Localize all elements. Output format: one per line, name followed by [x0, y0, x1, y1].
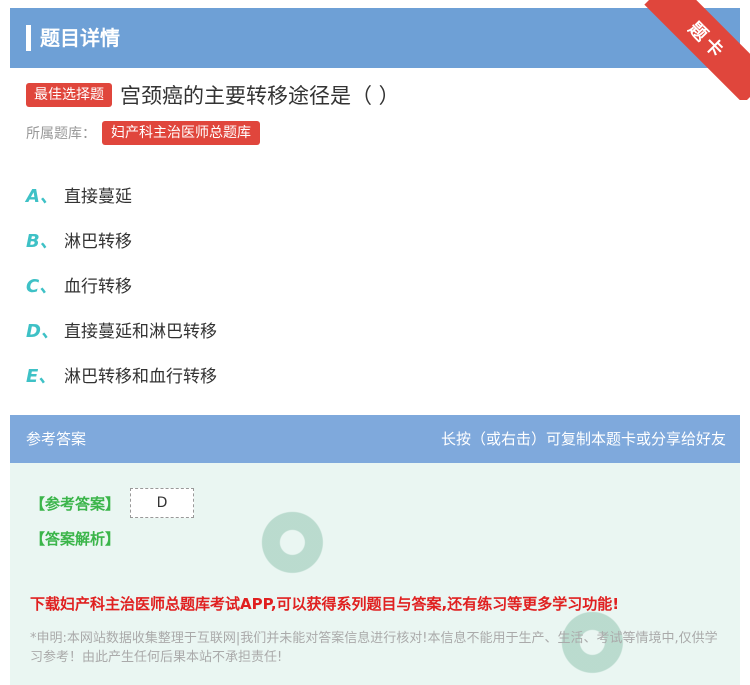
page-title: 题目详情 — [40, 26, 120, 50]
question-text: 宫颈癌的主要转移途径是（ ） — [120, 84, 400, 108]
option-c[interactable]: C、 血行转移 — [26, 262, 217, 307]
options-list: A、 直接蔓延 B、 淋巴转移 C、 血行转移 D、 直接蔓延和淋巴转移 E、 … — [26, 172, 217, 397]
option-b[interactable]: B、 淋巴转移 — [26, 217, 217, 262]
corner-ribbon: 题卡 — [640, 0, 750, 100]
option-text: 直接蔓延 — [64, 187, 132, 207]
option-text: 淋巴转移 — [64, 232, 132, 252]
reference-answer-value: D — [130, 488, 195, 518]
answer-header: 参考答案 长按（或右击）可复制本题卡或分享给好友 — [10, 415, 740, 463]
question-bank-line: 所属题库： 妇产科主治医师总题库 — [26, 120, 260, 146]
reference-answer-label: 【参考答案】 — [30, 494, 121, 513]
option-text: 直接蔓延和淋巴转移 — [64, 322, 217, 342]
question-line: 最佳选择题 宫颈癌的主要转移途径是（ ） — [26, 80, 400, 110]
header-accent-bar — [26, 25, 31, 51]
answer-explanation: 【答案解析】 — [30, 528, 120, 549]
option-e[interactable]: E、 淋巴转移和血行转移 — [26, 352, 217, 397]
answer-header-hint: 长按（或右击）可复制本题卡或分享给好友 — [440, 430, 726, 448]
option-letter: A、 — [26, 185, 58, 207]
answer-section: 参考答案 长按（或右击）可复制本题卡或分享给好友 【参考答案】 D 【答案解析】… — [10, 415, 740, 685]
disclaimer-text: *申明:本网站数据收集整理于互联网|我们并未能对答案信息进行核对!本信息不能用于… — [30, 631, 718, 665]
watermark-logo-icon — [260, 510, 332, 582]
option-d[interactable]: D、 直接蔓延和淋巴转移 — [26, 307, 217, 352]
question-type-badge: 最佳选择题 — [26, 83, 112, 107]
app-download-promo[interactable]: 下载妇产科主治医师总题库考试APP,可以获得系列题目与答案,还有练习等更多学习功… — [30, 593, 619, 614]
reference-answer: 【参考答案】 D — [30, 488, 195, 518]
question-bank-link[interactable]: 妇产科主治医师总题库 — [102, 121, 260, 145]
corner-ribbon-label: 题卡 — [683, 18, 730, 65]
answer-header-title: 参考答案 — [26, 430, 87, 448]
option-letter: D、 — [26, 320, 59, 342]
option-a[interactable]: A、 直接蔓延 — [26, 172, 217, 217]
option-letter: B、 — [26, 230, 58, 252]
question-bank-label: 所属题库： — [26, 126, 96, 142]
option-letter: E、 — [26, 365, 57, 387]
header-bar: 题目详情 — [10, 8, 740, 68]
option-text: 淋巴转移和血行转移 — [64, 367, 217, 387]
answer-explanation-label: 【答案解析】 — [30, 530, 121, 548]
option-text: 血行转移 — [64, 277, 132, 297]
option-letter: C、 — [26, 275, 58, 297]
